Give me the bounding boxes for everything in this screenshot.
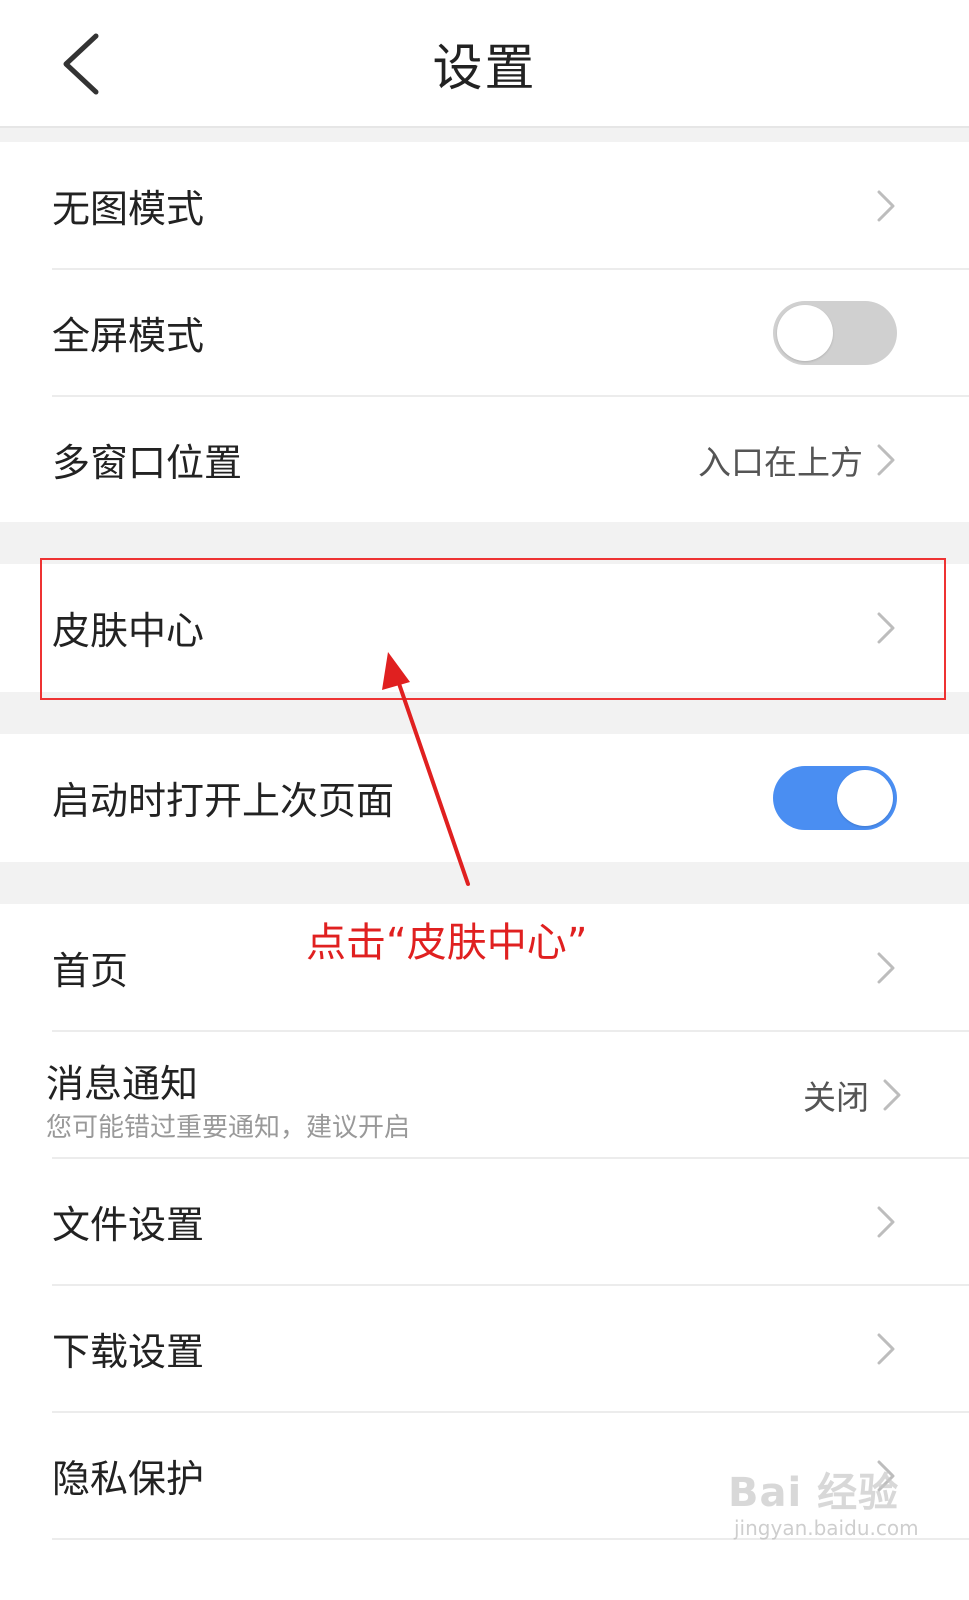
title-bar: 设置 <box>0 0 969 128</box>
chevron-right-icon <box>877 1460 895 1491</box>
notification-row[interactable]: 消息通知 您可能错过重要通知，建议开启 关闭 <box>0 1031 969 1158</box>
file-settings-row[interactable]: 文件设置 <box>0 1158 969 1285</box>
download-settings-row[interactable]: 下载设置 <box>0 1285 969 1412</box>
fullscreen-mode-row: 全屏模式 <box>0 269 969 396</box>
privacy-row[interactable]: 隐私保护 <box>0 1412 969 1539</box>
chevron-right-icon <box>877 612 895 643</box>
restore-last-page-row: 启动时打开上次页面 <box>0 734 969 861</box>
no-image-mode-label: 无图模式 <box>52 187 205 231</box>
chevron-right-icon <box>877 1206 895 1237</box>
multi-window-position-row[interactable]: 多窗口位置 入口在上方 <box>0 396 969 523</box>
settings-group-startup: 启动时打开上次页面 <box>0 734 969 862</box>
settings-group-general: 首页 消息通知 您可能错过重要通知，建议开启 关闭 文件设置 下载设置 隐私保护 <box>0 904 969 1600</box>
divider <box>52 1538 969 1540</box>
settings-group-skin: 皮肤中心 <box>0 564 969 692</box>
homepage-label: 首页 <box>52 949 129 993</box>
notification-label: 消息通知 <box>46 1062 199 1106</box>
toggle-knob <box>837 769 893 826</box>
annotation-label: 点击“皮肤中心” <box>306 920 588 966</box>
chevron-right-icon <box>877 952 895 983</box>
fullscreen-mode-label: 全屏模式 <box>52 314 205 358</box>
download-settings-label: 下载设置 <box>52 1330 205 1374</box>
fullscreen-mode-toggle[interactable] <box>773 300 897 365</box>
chevron-right-icon <box>877 1333 895 1364</box>
chevron-right-icon <box>877 190 895 221</box>
settings-group-display: 无图模式 全屏模式 多窗口位置 入口在上方 <box>0 142 969 522</box>
privacy-label: 隐私保护 <box>52 1457 205 1501</box>
skin-center-label: 皮肤中心 <box>52 609 205 653</box>
page-title: 设置 <box>432 39 537 97</box>
file-settings-label: 文件设置 <box>52 1203 205 1247</box>
notification-sublabel: 您可能错过重要通知，建议开启 <box>46 1113 411 1143</box>
restore-last-page-label: 启动时打开上次页面 <box>52 779 395 823</box>
restore-last-page-toggle[interactable] <box>773 765 897 830</box>
chevron-right-icon <box>883 1079 901 1110</box>
multi-window-position-label: 多窗口位置 <box>52 441 243 485</box>
no-image-mode-row[interactable]: 无图模式 <box>0 142 969 269</box>
toggle-knob <box>777 304 833 361</box>
skin-center-row[interactable]: 皮肤中心 <box>0 564 969 691</box>
notification-value: 关闭 <box>803 1077 869 1117</box>
chevron-right-icon <box>877 444 895 475</box>
multi-window-position-value: 入口在上方 <box>698 442 863 482</box>
